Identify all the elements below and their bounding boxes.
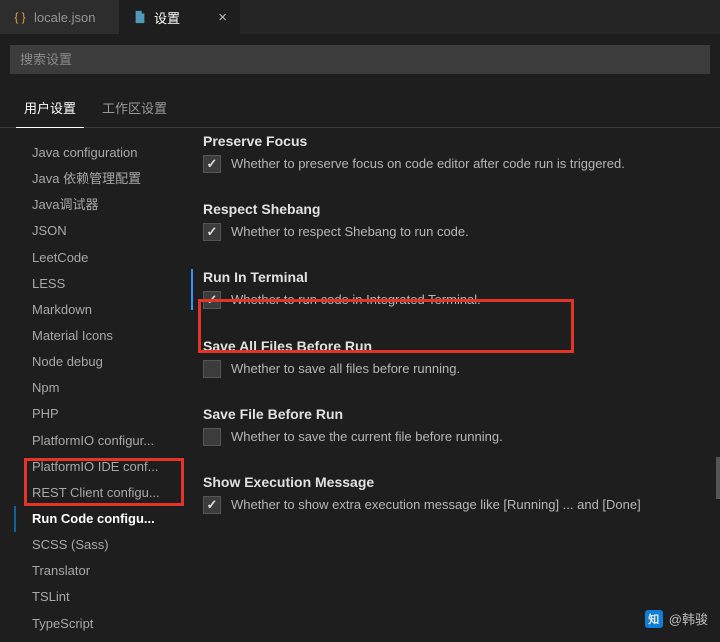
setting-title: Save All Files Before Run [203, 338, 700, 354]
setting-preserveFocus: Preserve Focus Whether to preserve focus … [203, 133, 700, 173]
sidebar-item[interactable]: JSON [14, 218, 179, 244]
setting-row: Whether to show extra execution message … [203, 496, 700, 514]
sidebar-item[interactable]: REST Client configu... [14, 480, 179, 506]
tab-user-settings[interactable]: 用户设置 [12, 92, 88, 127]
sidebar-item[interactable]: Npm [14, 375, 179, 401]
editor-tab-bar: { } locale.json 设置 × [0, 0, 720, 35]
sidebar-item[interactable]: SCSS (Sass) [14, 532, 179, 558]
setting-title: Run In Terminal [203, 269, 700, 285]
setting-description: Whether to respect Shebang to run code. [231, 223, 469, 241]
sidebar-item[interactable]: Visual Studio Live S... [14, 637, 179, 642]
search-input[interactable] [10, 45, 710, 74]
setting-title: Save File Before Run [203, 406, 700, 422]
setting-row: Whether to run code in Integrated Termin… [203, 291, 700, 309]
sidebar-item[interactable]: Run Code configu... [14, 506, 179, 532]
sidebar-item[interactable]: Java 依赖管理配置 [14, 166, 179, 192]
setting-description: Whether to show extra execution message … [231, 496, 641, 514]
setting-description: Whether to save all files before running… [231, 360, 460, 378]
sidebar-item[interactable]: Java调试器 [14, 192, 179, 218]
tab-locale-json[interactable]: { } locale.json [0, 0, 120, 34]
checkbox[interactable] [203, 155, 221, 173]
setting-title: Show Execution Message [203, 474, 700, 490]
file-icon [132, 9, 148, 25]
sidebar-item[interactable]: LeetCode [14, 245, 179, 271]
tab-label: 设置 [154, 8, 180, 27]
json-braces-icon: { } [12, 9, 28, 25]
setting-row: Whether to respect Shebang to run code. [203, 223, 700, 241]
sidebar-item[interactable]: TypeScript [14, 611, 179, 637]
sidebar-item[interactable]: TSLint [14, 584, 179, 610]
setting-description: Whether to run code in Integrated Termin… [231, 291, 481, 309]
settings-toc-sidebar: Java configurationJava 依赖管理配置Java调试器JSON… [0, 128, 185, 642]
scrollbar-thumb[interactable] [716, 457, 720, 499]
setting-showExecutionMessage: Show Execution Message Whether to show ex… [203, 474, 700, 514]
checkbox[interactable] [203, 360, 221, 378]
sidebar-item[interactable]: PHP [14, 401, 179, 427]
sidebar-item[interactable]: PlatformIO configur... [14, 428, 179, 454]
tab-settings[interactable]: 设置 × [120, 0, 240, 34]
sidebar-item[interactable]: Node debug [14, 349, 179, 375]
settings-search-bar [10, 45, 710, 74]
setting-saveFileBeforeRun: Save File Before Run Whether to save the … [203, 406, 700, 446]
setting-row: Whether to save the current file before … [203, 428, 700, 446]
sidebar-item[interactable]: PlatformIO IDE conf... [14, 454, 179, 480]
setting-title: Preserve Focus [203, 133, 700, 149]
sidebar-item[interactable]: Markdown [14, 297, 179, 323]
settings-list-panel: Preserve Focus Whether to preserve focus … [185, 128, 720, 642]
setting-runInTerminal: Run In Terminal Whether to run code in In… [191, 269, 700, 309]
sidebar-item[interactable]: LESS [14, 271, 179, 297]
zhihu-icon: 知 [645, 610, 663, 628]
watermark: 知 @韩骏 [645, 609, 708, 628]
sidebar-item[interactable]: Java configuration [14, 140, 179, 166]
setting-respectShebang: Respect Shebang Whether to respect Sheban… [203, 201, 700, 241]
checkbox[interactable] [203, 496, 221, 514]
checkbox[interactable] [203, 428, 221, 446]
tab-label: locale.json [34, 10, 95, 25]
setting-description: Whether to preserve focus on code editor… [231, 155, 625, 173]
watermark-text: @韩骏 [669, 609, 708, 628]
setting-row: Whether to preserve focus on code editor… [203, 155, 700, 173]
setting-saveAllFilesBeforeRun: Save All Files Before Run Whether to save… [203, 338, 700, 378]
checkbox[interactable] [203, 223, 221, 241]
settings-scope-tabs: 用户设置 工作区设置 [0, 78, 720, 128]
sidebar-item[interactable]: Translator [14, 558, 179, 584]
setting-row: Whether to save all files before running… [203, 360, 700, 378]
checkbox[interactable] [203, 291, 221, 309]
settings-body: Java configurationJava 依赖管理配置Java调试器JSON… [0, 128, 720, 642]
tab-workspace-settings[interactable]: 工作区设置 [90, 92, 179, 127]
close-icon[interactable]: × [218, 9, 227, 26]
setting-title: Respect Shebang [203, 201, 700, 217]
sidebar-item[interactable]: Material Icons [14, 323, 179, 349]
setting-description: Whether to save the current file before … [231, 428, 503, 446]
